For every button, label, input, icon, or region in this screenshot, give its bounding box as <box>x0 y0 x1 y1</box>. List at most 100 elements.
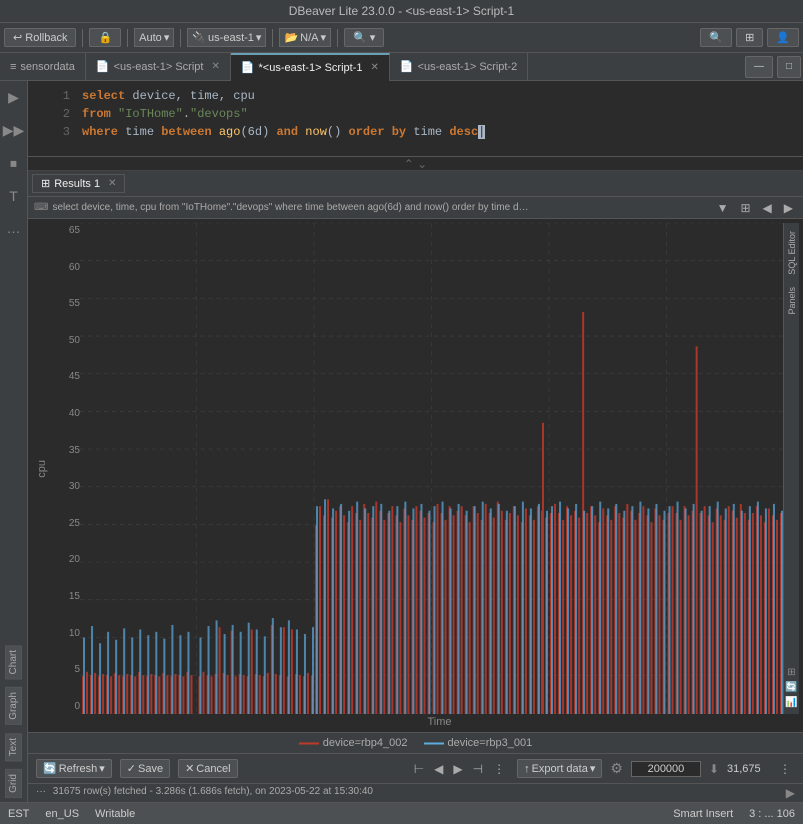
max-rows-input[interactable] <box>631 761 701 777</box>
left-panel: ▶ ▶▶ ⏹ T … Chart Graph Text Grid <box>0 81 28 802</box>
y-tick-20: 20 <box>52 554 80 565</box>
run-icon[interactable]: ▶ <box>4 85 23 110</box>
y-tick-25: 25 <box>52 518 80 529</box>
app-title: DBeaver Lite 23.0.0 - <us-east-1> Script… <box>289 4 514 18</box>
tab-script1-active-close[interactable]: ✕ <box>370 62 378 73</box>
row-count-more-btn[interactable]: ⋮ <box>775 760 795 778</box>
info-bar-more-btn[interactable]: ▶ <box>786 786 795 800</box>
insert-mode-status: Smart Insert <box>673 808 733 820</box>
y-tick-45: 45 <box>52 371 80 382</box>
tab-script1-close[interactable]: ✕ <box>211 61 219 72</box>
tab-sensordata-icon: ≡ <box>10 61 16 73</box>
editor-content[interactable]: select device, time, cpu from "IoTHome".… <box>78 85 803 152</box>
toolbar-lock-btn[interactable]: 🔒 <box>89 28 121 47</box>
y-tick-55: 55 <box>52 298 80 309</box>
export-dropdown-icon[interactable]: ▾ <box>590 762 596 775</box>
toolbar-rollback-btn[interactable]: ↩ Rollback <box>4 28 76 47</box>
toolbar-sep-1 <box>82 29 83 47</box>
results-tab-1-close[interactable]: ✕ <box>108 178 116 189</box>
toolbar-global-search-btn[interactable]: 🔍 <box>700 28 732 47</box>
toolbar-sep-3 <box>180 29 181 47</box>
filter-icon-btn[interactable]: ▼ <box>713 199 733 217</box>
tab-script1-label: <us-east-1> Script <box>114 61 204 73</box>
right-icon-1[interactable]: ⊞ <box>787 667 795 678</box>
legend-item-rbp3: device=rbp3_001 <box>424 737 533 749</box>
nav-prev-btn[interactable]: ◀ <box>759 199 776 217</box>
toolbar-autocommit-dropdown[interactable]: Auto ▾ <box>134 28 174 47</box>
y-tick-65: 65 <box>52 225 80 236</box>
toolbar-schema-dropdown[interactable]: 📂 N/A ▾ <box>279 28 331 47</box>
format-icon[interactable]: T <box>5 184 22 208</box>
refresh-button[interactable]: 🔄 Refresh ▾ <box>36 759 112 778</box>
toolbar-sep-5 <box>337 29 338 47</box>
nav-next-btn[interactable]: ▶ <box>780 199 797 217</box>
grid-side-tab[interactable]: Grid <box>5 769 22 798</box>
nav-last-btn[interactable]: ⊣ <box>469 760 487 778</box>
query-info-bar: ⌨ select device, time, cpu from "IoTHome… <box>28 197 803 219</box>
right-icon-2[interactable]: 🔄 <box>785 682 797 693</box>
nav-next2-btn[interactable]: ▶ <box>449 760 466 778</box>
nav-more-btn[interactable]: ⋮ <box>489 760 509 778</box>
status-bar: EST en_US Writable Smart Insert 3 : ... … <box>0 802 803 824</box>
toolbar-grid-btn[interactable]: ⊞ <box>736 28 763 47</box>
y-tick-5: 5 <box>52 664 80 675</box>
sort-icon-btn[interactable]: ⊞ <box>736 199 754 217</box>
graph-side-tab[interactable]: Graph <box>5 687 22 725</box>
settings-icon[interactable]: ⚙ <box>610 760 623 777</box>
toolbar-sep-2 <box>127 29 128 47</box>
toolbar: ↩ Rollback 🔒 Auto ▾ 🔌 us-east-1 ▾ 📂 N/A … <box>0 23 803 53</box>
text-side-tab[interactable]: Text <box>5 733 22 761</box>
chart-area: cpu 65 60 55 50 45 40 35 30 25 20 15 10 … <box>28 219 803 732</box>
y-tick-40: 40 <box>52 408 80 419</box>
cancel-button[interactable]: ✕ Cancel <box>178 759 237 778</box>
tab-script1[interactable]: 📄 <us-east-1> Script ✕ <box>86 53 231 81</box>
row-count-icon: ⬇ <box>709 762 719 776</box>
position-status: 3 : ... 106 <box>749 808 795 820</box>
results-tab-grid-icon: ⊞ <box>41 177 50 190</box>
toolbar-connection-dropdown[interactable]: 🔌 us-east-1 ▾ <box>187 28 266 47</box>
panels-tab[interactable]: Panels <box>785 285 799 317</box>
y-tick-10: 10 <box>52 628 80 639</box>
nav-prev2-btn[interactable]: ◀ <box>430 760 447 778</box>
toolbar-search-btn[interactable]: 🔍 ▾ <box>344 28 384 47</box>
editor-area: 1 2 3 select device, time, cpu from "IoT… <box>28 81 803 157</box>
chart-controls: 🔄 Refresh ▾ ✓ Save ✕ Cancel ⊢ ◀ ▶ ⊣ ⋮ ↑ <box>28 753 803 783</box>
tab-bar: ≡ sensordata 📄 <us-east-1> Script ✕ 📄 *<… <box>0 53 803 81</box>
info-text: 31675 row(s) fetched - 3.286s (1.686s fe… <box>53 786 373 797</box>
row-count-display: 31,675 <box>727 763 767 775</box>
tab-script2-label: <us-east-1> Script-2 <box>418 61 518 73</box>
sql-editor-panel-tab[interactable]: SQL Editor <box>785 229 799 277</box>
write-mode-status: Writable <box>95 808 135 820</box>
tab-script1-active-label: *<us-east-1> Script-1 <box>259 62 363 74</box>
run-script-icon[interactable]: ▶▶ <box>0 118 28 143</box>
title-bar: DBeaver Lite 23.0.0 - <us-east-1> Script… <box>0 0 803 23</box>
toolbar-avatar-btn[interactable]: 👤 <box>767 28 799 47</box>
tab-sensordata[interactable]: ≡ sensordata <box>0 53 86 81</box>
results-tab-1[interactable]: ⊞ Results 1 ✕ <box>32 174 125 193</box>
results-tab-1-label: Results 1 <box>54 178 100 190</box>
collapse-bar[interactable]: ⌃ ⌄ <box>28 157 803 171</box>
tab-restore-btn[interactable]: □ <box>777 56 801 78</box>
chart-side-tab[interactable]: Chart <box>5 645 22 679</box>
y-tick-60: 60 <box>52 262 80 273</box>
nav-first-btn[interactable]: ⊢ <box>410 760 428 778</box>
toolbar-sep-4 <box>272 29 273 47</box>
refresh-dropdown-icon[interactable]: ▾ <box>99 762 105 775</box>
y-tick-50: 50 <box>52 335 80 346</box>
save-button[interactable]: ✓ Save <box>120 759 170 778</box>
stop-icon[interactable]: ⏹ <box>6 151 21 176</box>
tab-minimize-btn[interactable]: — <box>745 56 773 78</box>
more-icon[interactable]: … <box>3 216 25 240</box>
right-icon-3[interactable]: 📊 <box>785 697 797 708</box>
tab-script1-active[interactable]: 📄 *<us-east-1> Script-1 ✕ <box>231 53 390 81</box>
collapse-arrows-icon[interactable]: ⌃ ⌄ <box>404 157 427 171</box>
info-bar: ··· 31675 row(s) fetched - 3.286s (1.686… <box>28 783 803 802</box>
tab-script2[interactable]: 📄 <us-east-1> Script-2 <box>390 53 528 81</box>
locale-status: en_US <box>45 808 79 820</box>
y-tick-15: 15 <box>52 591 80 602</box>
results-tab-bar: ⊞ Results 1 ✕ <box>28 171 803 197</box>
y-axis-label: cpu <box>36 460 48 478</box>
timezone-status: EST <box>8 808 29 820</box>
export-icon: ↑ <box>524 763 530 775</box>
export-data-button[interactable]: ↑ Export data ▾ <box>517 759 602 778</box>
